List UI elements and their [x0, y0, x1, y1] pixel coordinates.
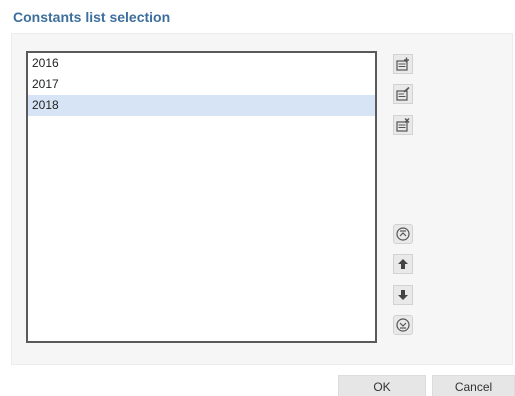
window-menu-icon[interactable]: ⋮ — [511, 10, 515, 23]
add-list-icon — [396, 57, 410, 71]
move-to-top-icon — [396, 227, 410, 241]
delete-list-icon — [396, 118, 410, 132]
constants-list-dialog: Constants list selection ⋮ 2016 2017 201… — [0, 0, 515, 396]
move-up-icon — [397, 258, 409, 270]
move-down-button[interactable] — [393, 285, 413, 305]
move-to-bottom-button[interactable] — [393, 315, 413, 335]
list-item-2018[interactable]: 2018 — [28, 95, 375, 116]
delete-item-button[interactable] — [393, 115, 413, 135]
constants-listbox[interactable]: 2016 2017 2018 — [26, 51, 377, 343]
move-down-icon — [397, 289, 409, 301]
move-up-button[interactable] — [393, 254, 413, 274]
cancel-button[interactable]: Cancel — [432, 375, 515, 396]
list-item-2017[interactable]: 2017 — [28, 74, 375, 95]
edit-list-icon — [396, 87, 410, 101]
add-item-button[interactable] — [393, 54, 413, 74]
move-to-top-button[interactable] — [393, 224, 413, 244]
list-item-2016[interactable]: 2016 — [28, 53, 375, 74]
ok-button[interactable]: OK — [338, 375, 426, 396]
dialog-title: Constants list selection — [13, 9, 171, 25]
edit-item-button[interactable] — [393, 84, 413, 104]
move-to-bottom-icon — [396, 318, 410, 332]
